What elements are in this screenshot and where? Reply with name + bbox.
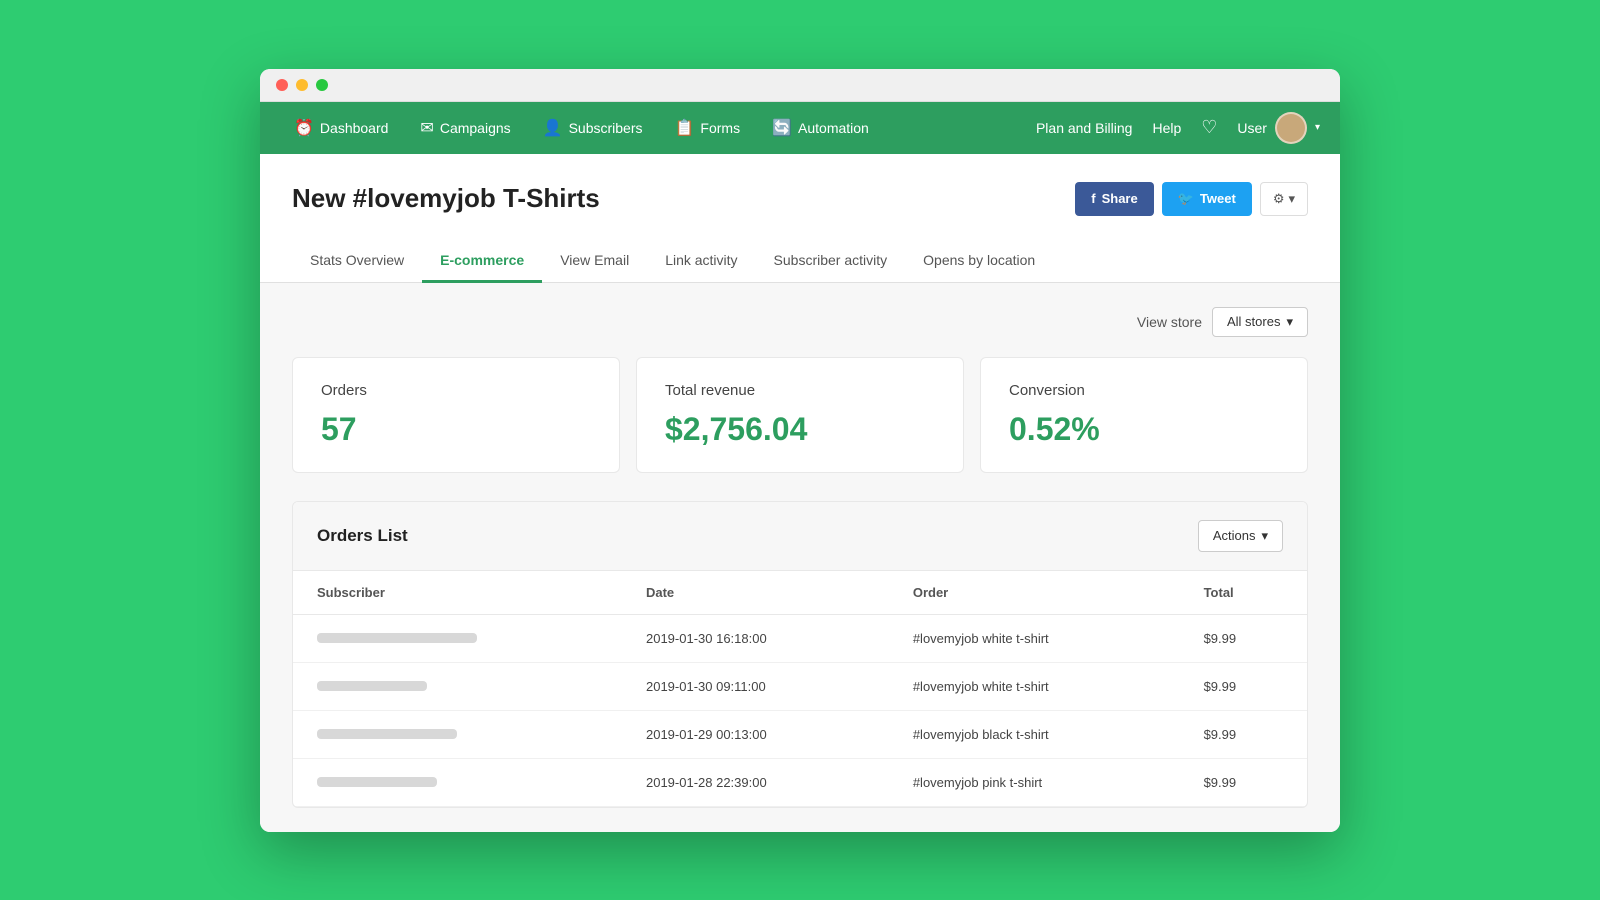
revenue-value: $2,756.04 (665, 411, 935, 448)
nav-dashboard-label: Dashboard (320, 120, 389, 136)
header-actions: f Share 🐦 Tweet ⚙ ▾ (1075, 182, 1308, 216)
all-stores-button[interactable]: All stores ▾ (1212, 307, 1308, 337)
traffic-light-green[interactable] (316, 79, 328, 91)
nav-item-campaigns[interactable]: ✉ Campaigns (406, 102, 524, 154)
col-total: Total (1180, 571, 1307, 615)
user-menu[interactable]: User ▾ (1237, 112, 1320, 144)
table-row: 2019-01-29 00:13:00#lovemyjob black t-sh… (293, 710, 1307, 758)
table-header-row: Subscriber Date Order Total (293, 571, 1307, 615)
subscribers-icon: 👤 (543, 118, 563, 138)
tab-ecommerce[interactable]: E-commerce (422, 240, 542, 283)
nav-subscribers-label: Subscribers (569, 120, 643, 136)
view-store-row: View store All stores ▾ (292, 307, 1308, 337)
col-subscriber: Subscriber (293, 571, 622, 615)
browser-window: ⏰ Dashboard ✉ Campaigns 👤 Subscribers 📋 … (260, 69, 1340, 832)
nav-right: Plan and Billing Help ♡ User ▾ (1036, 112, 1320, 144)
subscriber-cell (293, 662, 622, 710)
forms-icon: 📋 (675, 118, 695, 138)
tab-link-activity[interactable]: Link activity (647, 240, 755, 283)
col-order: Order (889, 571, 1180, 615)
nav-item-automation[interactable]: 🔄 Automation (758, 102, 883, 154)
traffic-light-red[interactable] (276, 79, 288, 91)
subscriber-cell (293, 758, 622, 806)
tab-opens-by-location[interactable]: Opens by location (905, 240, 1053, 283)
total-cell: $9.99 (1180, 758, 1307, 806)
tab-stats-overview[interactable]: Stats Overview (292, 240, 422, 283)
page-title: New #lovemyjob T-Shirts (292, 183, 600, 214)
actions-chevron-icon: ▾ (1261, 528, 1268, 544)
settings-chevron-icon: ▾ (1288, 191, 1295, 207)
nav-left: ⏰ Dashboard ✉ Campaigns 👤 Subscribers 📋 … (280, 102, 1036, 154)
tweet-button[interactable]: 🐦 Tweet (1162, 182, 1252, 216)
nav-item-forms[interactable]: 📋 Forms (661, 102, 755, 154)
actions-button[interactable]: Actions ▾ (1198, 520, 1283, 552)
date-cell: 2019-01-30 16:18:00 (622, 614, 889, 662)
view-store-label: View store (1137, 314, 1202, 330)
main-content: View store All stores ▾ Orders 57 Total … (260, 283, 1340, 832)
total-cell: $9.99 (1180, 710, 1307, 758)
orders-table: Subscriber Date Order Total 2019-01-30 1… (293, 571, 1307, 807)
conversion-value: 0.52% (1009, 411, 1279, 448)
settings-button[interactable]: ⚙ ▾ (1260, 182, 1308, 216)
table-row: 2019-01-30 09:11:00#lovemyjob white t-sh… (293, 662, 1307, 710)
conversion-label: Conversion (1009, 382, 1279, 399)
date-cell: 2019-01-28 22:39:00 (622, 758, 889, 806)
user-chevron-icon: ▾ (1315, 122, 1320, 133)
orders-label: Orders (321, 382, 591, 399)
tabs: Stats Overview E-commerce View Email Lin… (260, 240, 1340, 283)
nav-item-subscribers[interactable]: 👤 Subscribers (529, 102, 657, 154)
orders-value: 57 (321, 411, 591, 448)
order-cell: #lovemyjob pink t-shirt (889, 758, 1180, 806)
table-row: 2019-01-30 16:18:00#lovemyjob white t-sh… (293, 614, 1307, 662)
automation-icon: 🔄 (772, 118, 792, 138)
all-stores-chevron-icon: ▾ (1286, 314, 1293, 330)
stat-card-revenue: Total revenue $2,756.04 (636, 357, 964, 473)
navigation: ⏰ Dashboard ✉ Campaigns 👤 Subscribers 📋 … (260, 102, 1340, 154)
page-header: New #lovemyjob T-Shirts f Share 🐦 Tweet … (292, 182, 1308, 216)
facebook-icon: f (1091, 191, 1095, 206)
user-label: User (1237, 120, 1267, 136)
tab-subscriber-activity[interactable]: Subscriber activity (756, 240, 906, 283)
col-date: Date (622, 571, 889, 615)
stats-cards: Orders 57 Total revenue $2,756.04 Conver… (292, 357, 1308, 473)
date-cell: 2019-01-30 09:11:00 (622, 662, 889, 710)
content-area: New #lovemyjob T-Shirts f Share 🐦 Tweet … (260, 154, 1340, 283)
help-link[interactable]: Help (1152, 120, 1181, 136)
nav-forms-label: Forms (700, 120, 740, 136)
table-row: 2019-01-28 22:39:00#lovemyjob pink t-shi… (293, 758, 1307, 806)
order-cell: #lovemyjob white t-shirt (889, 662, 1180, 710)
subscriber-cell (293, 710, 622, 758)
total-cell: $9.99 (1180, 614, 1307, 662)
orders-header: Orders List Actions ▾ (293, 502, 1307, 571)
revenue-label: Total revenue (665, 382, 935, 399)
stat-card-conversion: Conversion 0.52% (980, 357, 1308, 473)
subscriber-cell (293, 614, 622, 662)
dashboard-icon: ⏰ (294, 118, 314, 138)
campaigns-icon: ✉ (420, 118, 433, 138)
plan-billing-link[interactable]: Plan and Billing (1036, 120, 1133, 136)
orders-section: Orders List Actions ▾ Subscriber Date Or… (292, 501, 1308, 808)
share-button[interactable]: f Share (1075, 182, 1153, 216)
avatar (1275, 112, 1307, 144)
order-cell: #lovemyjob black t-shirt (889, 710, 1180, 758)
twitter-icon: 🐦 (1178, 191, 1194, 207)
traffic-light-yellow[interactable] (296, 79, 308, 91)
stat-card-orders: Orders 57 (292, 357, 620, 473)
total-cell: $9.99 (1180, 662, 1307, 710)
date-cell: 2019-01-29 00:13:00 (622, 710, 889, 758)
gear-icon: ⚙ (1273, 191, 1285, 207)
favorites-icon[interactable]: ♡ (1201, 117, 1217, 138)
nav-campaigns-label: Campaigns (440, 120, 511, 136)
nav-automation-label: Automation (798, 120, 869, 136)
orders-list-title: Orders List (317, 526, 408, 546)
nav-item-dashboard[interactable]: ⏰ Dashboard (280, 102, 402, 154)
browser-titlebar (260, 69, 1340, 102)
tab-view-email[interactable]: View Email (542, 240, 647, 283)
order-cell: #lovemyjob white t-shirt (889, 614, 1180, 662)
